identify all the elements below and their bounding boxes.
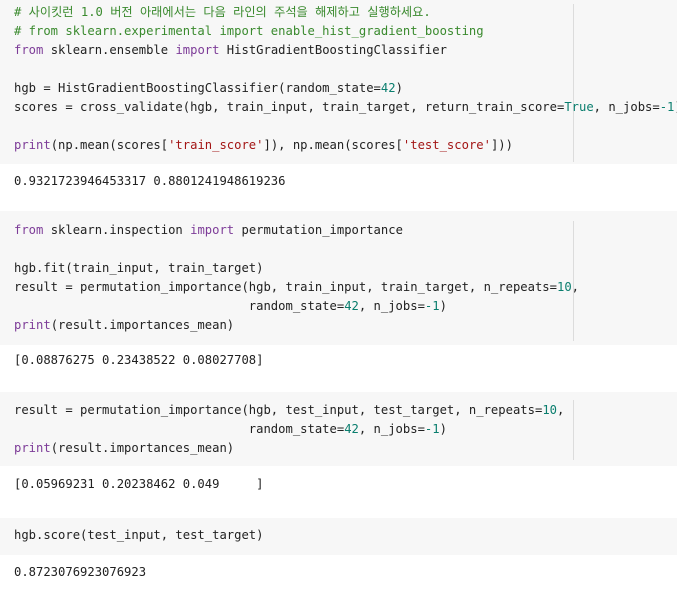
code-token: import	[190, 223, 235, 237]
code-line: from sklearn.inspection import permutati…	[14, 221, 579, 240]
code-token: print	[14, 318, 51, 332]
cell-divider	[573, 400, 574, 460]
code-token: import	[175, 43, 220, 57]
output-cell-2: [0.08876275 0.23438522 0.08027708]	[0, 345, 677, 392]
code-token: ,	[557, 403, 565, 417]
code-line: result = permutation_importance(hgb, tes…	[14, 401, 564, 420]
code-token: hgb.score(test_input, test_target)	[14, 528, 264, 542]
code-line: hgb = HistGradientBoostingClassifier(ran…	[14, 79, 677, 98]
code-token: hgb.fit(train_input, train_target)	[14, 261, 264, 275]
code-cell-4[interactable]: hgb.score(test_input, test_target)	[0, 518, 677, 555]
code-line: random_state=42, n_jobs=-1)	[14, 297, 579, 316]
output-cell-3: [0.05969231 0.20238462 0.049 ]	[0, 466, 677, 518]
code-token: 10	[542, 403, 557, 417]
code-line: from sklearn.ensemble import HistGradien…	[14, 41, 677, 60]
code-token: , n_jobs=	[593, 100, 660, 114]
code-line: print(result.importances_mean)	[14, 316, 579, 335]
code-token: (result.importances_mean)	[50, 318, 235, 332]
code-cell-1[interactable]: # 사이킷런 1.0 버전 아래에서는 다음 라인의 주석을 해제하고 실행하세…	[0, 0, 677, 164]
code-token: ]))	[490, 138, 513, 152]
code-token: 'test_score'	[402, 138, 491, 152]
code-line: print(result.importances_mean)	[14, 439, 564, 458]
code-line: hgb.score(test_input, test_target)	[14, 526, 263, 545]
code-token: print	[14, 441, 51, 455]
code-token: 42	[344, 422, 359, 436]
code-token: random_state=	[14, 299, 345, 313]
code-token: , n_jobs=	[358, 299, 425, 313]
code-line: # 사이킷런 1.0 버전 아래에서는 다음 라인의 주석을 해제하고 실행하세…	[14, 3, 677, 22]
code-token: print	[14, 138, 51, 152]
code-token: permutation_importance	[234, 223, 403, 237]
code-token: -1	[424, 299, 440, 313]
code-cell-2[interactable]: from sklearn.inspection import permutati…	[0, 211, 677, 345]
code-token: )	[439, 299, 447, 313]
output-text-3: [0.05969231 0.20238462 0.049 ]	[14, 477, 264, 491]
code-token: (result.importances_mean)	[50, 441, 235, 455]
code-token: ]), np.mean(scores[	[263, 138, 403, 152]
code-editor-4[interactable]: hgb.score(test_input, test_target)	[14, 526, 263, 545]
output-text-2: [0.08876275 0.23438522 0.08027708]	[14, 353, 264, 367]
code-token: ,	[571, 280, 580, 294]
code-token: sklearn.inspection	[43, 223, 191, 237]
code-token: hgb = HistGradientBoostingClassifier(ran…	[14, 81, 381, 95]
code-line: scores = cross_validate(hgb, train_input…	[14, 98, 677, 117]
code-token: 42	[344, 299, 359, 313]
code-editor-2[interactable]: from sklearn.inspection import permutati…	[14, 221, 579, 335]
code-token: )	[395, 81, 403, 95]
code-token: # 사이킷런 1.0 버전 아래에서는 다음 라인의 주석을 해제하고 실행하세…	[14, 5, 431, 19]
code-token: scores = cross_validate(hgb, train_input…	[14, 100, 565, 114]
code-token: 10	[556, 280, 572, 294]
code-token: sklearn.ensemble	[43, 43, 176, 57]
code-token: , n_jobs=	[358, 422, 425, 436]
code-token: True	[564, 100, 594, 114]
code-editor-3[interactable]: result = permutation_importance(hgb, tes…	[14, 401, 564, 458]
code-editor-1[interactable]: # 사이킷런 1.0 버전 아래에서는 다음 라인의 주석을 해제하고 실행하세…	[14, 3, 677, 155]
code-line: hgb.fit(train_input, train_target)	[14, 259, 579, 278]
code-line: result = permutation_importance(hgb, tra…	[14, 278, 579, 297]
code-token: -1	[424, 422, 440, 436]
code-token: )	[439, 422, 447, 436]
code-line: # from sklearn.experimental import enabl…	[14, 22, 677, 41]
output-text-4: 0.8723076923076923	[14, 565, 147, 579]
code-token: result = permutation_importance(hgb, tra…	[14, 280, 557, 294]
code-cell-3[interactable]: result = permutation_importance(hgb, tes…	[0, 392, 677, 466]
code-line: print(np.mean(scores['train_score']), np…	[14, 136, 677, 155]
code-token: random_state=	[14, 422, 345, 436]
code-token: from	[14, 43, 44, 57]
code-token: 42	[380, 81, 396, 95]
code-token: (np.mean(scores[	[50, 138, 169, 152]
code-token: result = permutation_importance(hgb, tes…	[14, 403, 543, 417]
output-text-1: 0.9321723946453317 0.8801241948619236	[14, 174, 286, 188]
output-cell-1: 0.9321723946453317 0.8801241948619236	[0, 164, 677, 211]
code-token: -1	[659, 100, 675, 114]
code-token: 'train_score'	[168, 138, 264, 152]
code-token: from	[14, 223, 44, 237]
output-cell-4: 0.8723076923076923	[0, 555, 677, 597]
code-token: # from sklearn.experimental import enabl…	[14, 24, 484, 38]
code-line: random_state=42, n_jobs=-1)	[14, 420, 564, 439]
code-token: HistGradientBoostingClassifier	[219, 43, 447, 57]
